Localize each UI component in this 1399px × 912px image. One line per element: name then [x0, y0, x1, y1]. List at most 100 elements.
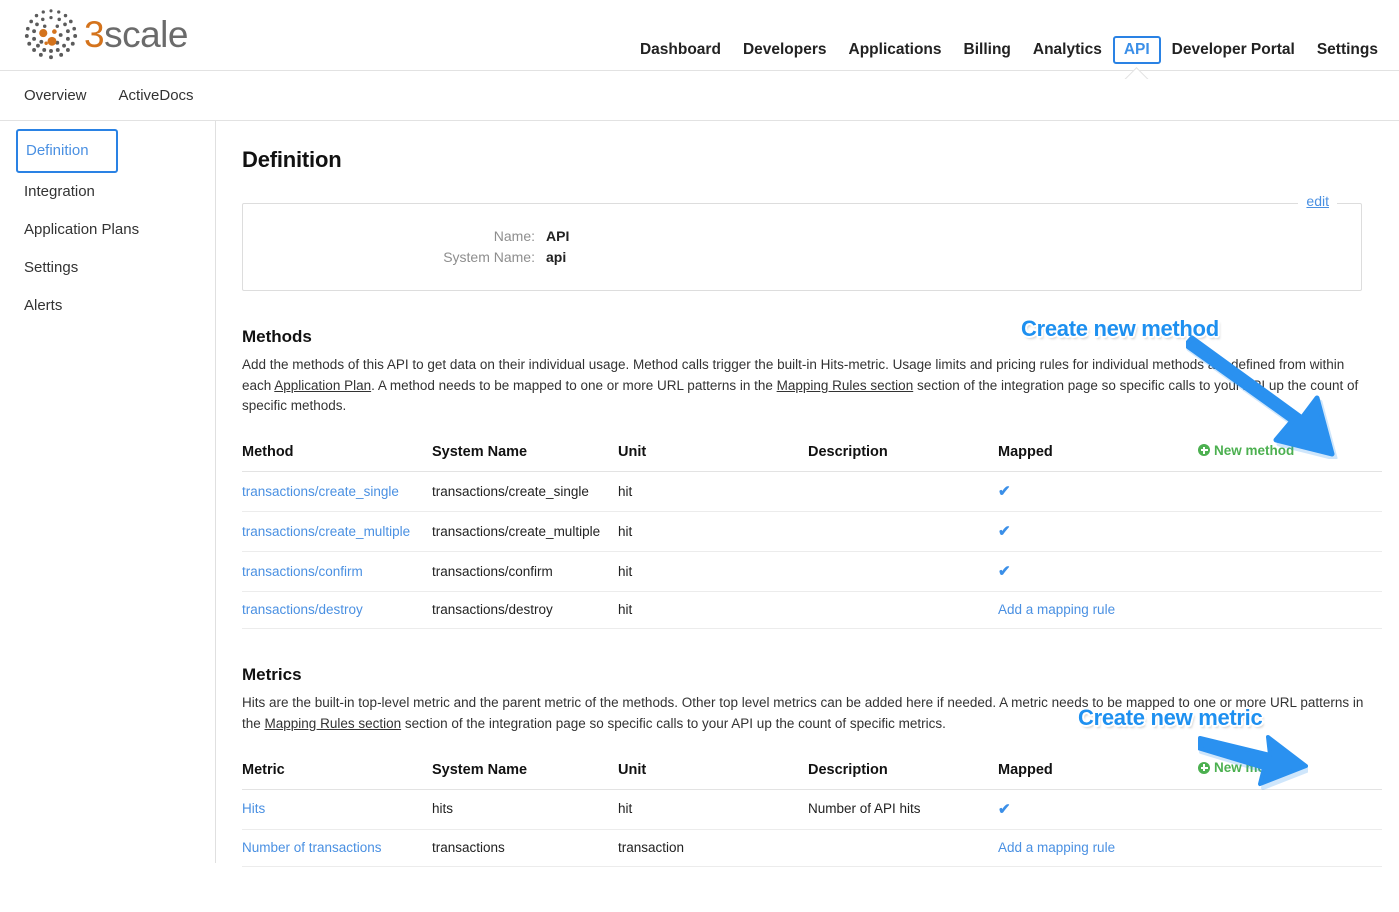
metric-action-cell — [1198, 789, 1382, 830]
sidebar-item-definition[interactable]: Definition — [16, 129, 118, 173]
top-header: 3scale Dashboard Developers Applications… — [0, 0, 1399, 71]
methods-link-mapping-rules[interactable]: Mapping Rules section — [777, 378, 914, 393]
metric-description-cell — [808, 829, 998, 867]
dot-cluster-logo-icon — [24, 9, 78, 60]
sidebar-item-integration[interactable]: Integration — [0, 173, 215, 211]
main-content: Definition edit Name: API System Name: a… — [216, 121, 1399, 912]
nav-item-analytics[interactable]: Analytics — [1022, 36, 1113, 64]
logo-wordmark: 3scale — [84, 14, 188, 56]
plus-circle-icon — [1198, 444, 1210, 456]
method-action-cell — [1198, 591, 1382, 629]
metric-link[interactable]: Number of transactions — [242, 840, 382, 855]
method-unit-cell: hit — [618, 511, 808, 552]
sidebar: Definition Integration Application Plans… — [0, 121, 216, 863]
metrics-col-description: Description — [808, 760, 998, 790]
method-description-cell — [808, 511, 998, 552]
metric-mapped-cell: Add a mapping rule — [998, 829, 1198, 867]
metric-unit-cell: transaction — [618, 829, 808, 867]
method-name-cell: transactions/destroy — [242, 591, 432, 629]
methods-link-application-plan[interactable]: Application Plan — [274, 378, 371, 393]
metric-name-cell: Number of transactions — [242, 829, 432, 867]
nav-item-dashboard[interactable]: Dashboard — [629, 36, 732, 64]
page-body: Definition Integration Application Plans… — [0, 121, 1399, 912]
metrics-section: Metrics Hits are the built-in top-level … — [242, 665, 1382, 867]
definition-row-name: Name: API — [243, 226, 1361, 247]
nav-item-api-label: API — [1123, 41, 1150, 58]
table-row[interactable]: Number of transactions transactions tran… — [242, 829, 1382, 867]
definition-value-name: API — [546, 228, 570, 244]
method-mapped-cell: ✔ — [998, 511, 1198, 552]
table-row[interactable]: transactions/destroy transactions/destro… — [242, 591, 1382, 629]
add-mapping-rule-link[interactable]: Add a mapping rule — [998, 602, 1115, 617]
plus-circle-icon — [1198, 761, 1210, 774]
check-icon: ✔ — [998, 800, 1011, 818]
method-link[interactable]: transactions/confirm — [242, 564, 363, 579]
nav-item-settings[interactable]: Settings — [1306, 36, 1389, 64]
method-system-name-cell: transactions/confirm — [432, 551, 618, 592]
metric-action-cell — [1198, 829, 1382, 867]
sidebar-item-application-plans[interactable]: Application Plans — [0, 211, 215, 249]
method-name-cell: transactions/confirm — [242, 551, 432, 592]
table-row[interactable]: transactions/create_multiple transaction… — [242, 511, 1382, 552]
metrics-col-system-name: System Name — [432, 760, 618, 790]
sidebar-item-settings[interactable]: Settings — [0, 249, 215, 287]
check-icon: ✔ — [998, 523, 1011, 540]
methods-col-action: New method — [1198, 442, 1382, 472]
metrics-link-mapping-rules[interactable]: Mapping Rules section — [265, 716, 402, 731]
methods-col-description: Description — [808, 442, 998, 472]
method-action-cell — [1198, 511, 1382, 552]
tab-activedocs[interactable]: ActiveDocs — [119, 87, 194, 104]
table-row[interactable]: transactions/create_single transactions/… — [242, 471, 1382, 512]
metrics-description: Hits are the built-in top-level metric a… — [242, 693, 1365, 734]
table-row[interactable]: Hits hits hit Number of API hits ✔ — [242, 789, 1382, 830]
definition-row-system-name: System Name: api — [243, 247, 1361, 268]
method-system-name-cell: transactions/create_multiple — [432, 511, 618, 552]
edit-definition-link[interactable]: edit — [1298, 193, 1337, 209]
methods-title: Methods — [242, 327, 312, 346]
method-name-cell: transactions/create_multiple — [242, 511, 432, 552]
new-metric-link[interactable]: New metric — [1198, 760, 1286, 775]
metrics-col-mapped: Mapped — [998, 760, 1198, 790]
brand-logo[interactable]: 3scale — [22, 6, 188, 64]
nav-item-applications[interactable]: Applications — [838, 36, 953, 64]
methods-table-header-row: Method System Name Unit Description Mapp… — [242, 442, 1382, 472]
method-system-name-cell: transactions/create_single — [432, 471, 618, 512]
logo-word-3: 3 — [84, 14, 105, 55]
metric-link[interactable]: Hits — [242, 801, 265, 816]
nav-item-developers[interactable]: Developers — [732, 36, 838, 64]
method-link[interactable]: transactions/create_multiple — [242, 524, 410, 539]
method-description-cell — [808, 471, 998, 512]
methods-section: Methods Add the methods of this API to g… — [242, 327, 1382, 629]
method-unit-cell: hit — [618, 551, 808, 592]
method-description-cell — [808, 591, 998, 629]
metrics-col-unit: Unit — [618, 760, 808, 790]
nav-item-billing[interactable]: Billing — [953, 36, 1022, 64]
main-navigation: Dashboard Developers Applications Billin… — [629, 36, 1389, 64]
metrics-col-metric: Metric — [242, 760, 432, 790]
sidebar-item-alerts[interactable]: Alerts — [0, 287, 215, 325]
metrics-desc-part2: section of the integration page so speci… — [401, 715, 946, 731]
method-link[interactable]: transactions/destroy — [242, 602, 363, 617]
add-mapping-rule-link[interactable]: Add a mapping rule — [998, 840, 1115, 855]
method-link[interactable]: transactions/create_single — [242, 484, 399, 499]
methods-col-system-name: System Name — [432, 442, 618, 472]
metric-description-cell: Number of API hits — [808, 789, 998, 830]
metrics-table-header-row: Metric System Name Unit Description Mapp… — [242, 760, 1382, 790]
new-method-link[interactable]: New method — [1198, 443, 1294, 458]
metrics-title: Metrics — [242, 665, 302, 684]
method-unit-cell: hit — [618, 591, 808, 629]
method-description-cell — [808, 551, 998, 592]
table-row[interactable]: transactions/confirm transactions/confir… — [242, 551, 1382, 592]
methods-desc-part2: . A method needs to be mapped to one or … — [371, 377, 777, 393]
methods-col-unit: Unit — [618, 442, 808, 472]
nav-active-caret-icon — [1124, 65, 1150, 79]
sub-tabs-bar: Overview ActiveDocs — [0, 71, 1399, 121]
nav-item-developer-portal[interactable]: Developer Portal — [1161, 36, 1306, 64]
method-mapped-cell: Add a mapping rule — [998, 591, 1198, 629]
tab-overview[interactable]: Overview — [24, 87, 87, 104]
metric-system-name-cell: transactions — [432, 829, 618, 867]
check-icon: ✔ — [998, 563, 1011, 580]
new-method-label: New method — [1214, 442, 1295, 458]
nav-item-api[interactable]: API — [1112, 36, 1161, 64]
metric-unit-cell: hit — [618, 789, 808, 830]
